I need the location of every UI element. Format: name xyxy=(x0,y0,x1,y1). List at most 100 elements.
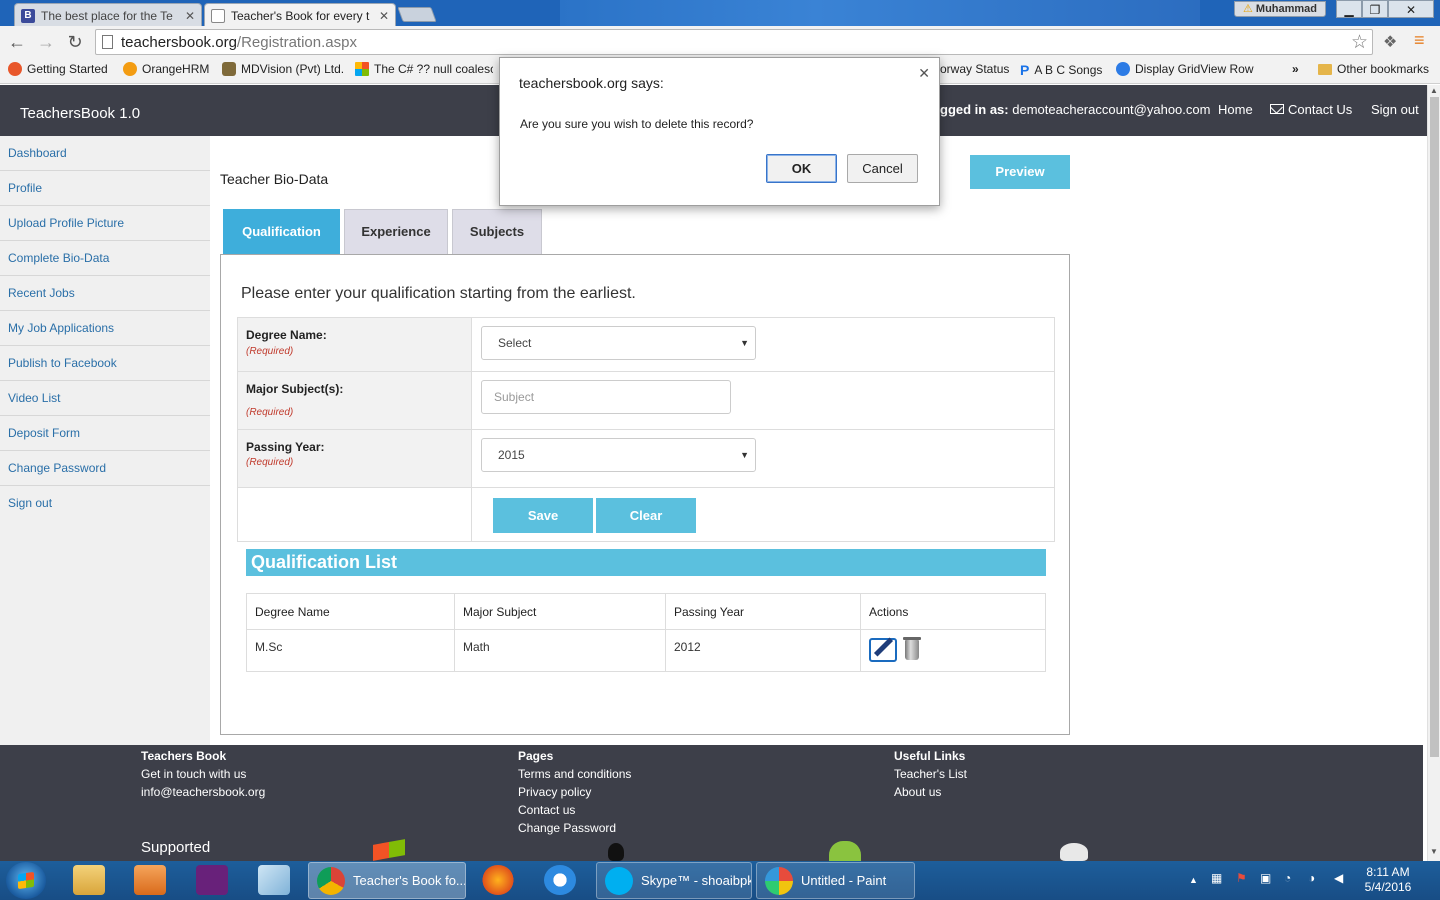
sidebar-item-publish-to-facebook[interactable]: Publish to Facebook xyxy=(0,346,210,381)
start-button[interactable] xyxy=(6,862,46,899)
sidebar-item-profile[interactable]: Profile xyxy=(0,171,210,206)
bookmark-item[interactable]: Getting Started xyxy=(8,62,108,76)
bookmark-star-icon[interactable]: ☆ xyxy=(1351,31,1368,54)
tab-experience[interactable]: Experience xyxy=(344,209,448,255)
major-label: Major Subject(s): xyxy=(246,382,344,396)
minimize-button[interactable]: ▁ xyxy=(1336,0,1362,18)
bookmarks-overflow-button[interactable]: » xyxy=(1292,62,1299,76)
sidebar-item-upload-profile-picture[interactable]: Upload Profile Picture xyxy=(0,206,210,241)
taskbar-chrome[interactable]: Teacher's Book fo... xyxy=(308,862,466,899)
tray-expand-icon[interactable]: ▲ xyxy=(1189,875,1198,885)
close-icon[interactable]: ✕ xyxy=(185,9,195,23)
visual-studio-icon[interactable] xyxy=(196,865,228,895)
bookmark-item[interactable]: PA B C Songs xyxy=(1020,62,1102,78)
tray-app-icon[interactable]: ▦ xyxy=(1211,871,1222,885)
other-bookmarks[interactable]: Other bookmarks xyxy=(1318,62,1429,76)
table-header-row: Degree Name Major Subject Passing Year A… xyxy=(246,593,1046,630)
cell-year: 2012 xyxy=(665,629,861,672)
sidebar-item-my-job-applications[interactable]: My Job Applications xyxy=(0,311,210,346)
qualification-table: Degree Name Major Subject Passing Year A… xyxy=(246,593,1046,672)
profile-badge[interactable]: ⚠ Muhammad xyxy=(1234,1,1326,17)
site-brand[interactable]: TeachersBook 1.0 xyxy=(20,105,140,122)
close-window-button[interactable]: ✕ xyxy=(1388,0,1434,18)
passing-year-select[interactable]: 2015 ▼ xyxy=(481,438,756,472)
sidebar-item-change-password[interactable]: Change Password xyxy=(0,451,210,486)
media-player-icon[interactable] xyxy=(134,865,166,895)
footer-link[interactable]: Change Password xyxy=(518,819,631,837)
close-icon[interactable]: ✕ xyxy=(918,65,930,82)
tab-qualification[interactable]: Qualification xyxy=(223,209,340,255)
tray-device-icon[interactable]: ▣ xyxy=(1260,871,1271,885)
footer-link[interactable]: Teacher's List xyxy=(894,765,967,783)
taskbar-paint[interactable]: Untitled - Paint xyxy=(756,862,915,899)
firefox-icon[interactable] xyxy=(482,865,514,895)
reload-icon[interactable]: ↻ xyxy=(64,32,86,53)
new-tab-button[interactable] xyxy=(397,7,437,22)
footer-link[interactable]: Contact us xyxy=(518,801,631,819)
sidebar-item-dashboard[interactable]: Dashboard xyxy=(0,136,210,171)
table-row: M.Sc Math 2012 xyxy=(246,629,1046,672)
internet-explorer-icon[interactable] xyxy=(544,865,576,895)
column-header: Actions xyxy=(860,593,1046,630)
clear-button[interactable]: Clear xyxy=(596,498,696,533)
blogger-icon: B xyxy=(21,8,35,23)
window-background xyxy=(560,0,1200,26)
sidebar-item-sign-out[interactable]: Sign out xyxy=(0,486,210,521)
app-icon[interactable] xyxy=(258,865,290,895)
scroll-up-icon[interactable]: ▲ xyxy=(1430,86,1438,95)
bookmark-item[interactable]: OrangeHRM xyxy=(123,62,209,76)
browser-tab-inactive[interactable]: B The best place for the Te ✕ xyxy=(14,3,202,27)
nav-sign-out[interactable]: Sign out xyxy=(1371,102,1419,117)
column-header: Passing Year xyxy=(665,593,861,630)
ok-button[interactable]: OK xyxy=(766,154,837,183)
footer-email-link[interactable]: info@teachersbook.org xyxy=(141,783,265,801)
dropbox-icon[interactable]: ❖ xyxy=(1383,32,1397,52)
save-button[interactable]: Save xyxy=(493,498,593,533)
nav-contact-us[interactable]: Contact Us xyxy=(1270,102,1352,117)
sidebar-item-complete-bio-data[interactable]: Complete Bio-Data xyxy=(0,241,210,276)
tray-power-icon[interactable]: ◑ xyxy=(1308,871,1315,885)
preview-button[interactable]: Preview xyxy=(970,155,1070,189)
tray-flag-icon[interactable]: ⚑ xyxy=(1236,871,1247,885)
folder-icon xyxy=(1318,63,1332,75)
cancel-button[interactable]: Cancel xyxy=(847,154,918,183)
browser-tab-active[interactable]: Teacher's Book for every t ✕ xyxy=(204,3,396,27)
file-explorer-icon[interactable] xyxy=(73,865,105,895)
bookmark-item[interactable]: Display GridView Row xyxy=(1116,62,1254,76)
major-subject-input[interactable]: Subject xyxy=(481,380,731,414)
chevron-down-icon: ▼ xyxy=(740,450,749,460)
bookmark-item[interactable]: The C# ?? null coalesc xyxy=(355,62,493,76)
tray-network-icon[interactable]: ◔ xyxy=(1284,871,1291,885)
taskbar-skype[interactable]: Skype™ - shoaibpk xyxy=(596,862,752,899)
edit-icon[interactable] xyxy=(869,638,897,662)
maximize-button[interactable]: ❐ xyxy=(1362,0,1388,18)
sidebar-item-deposit-form[interactable]: Deposit Form xyxy=(0,416,210,451)
degree-select[interactable]: Select ▼ xyxy=(481,326,756,360)
close-icon[interactable]: ✕ xyxy=(379,9,389,23)
sidebar: Dashboard Profile Upload Profile Picture… xyxy=(0,136,210,745)
form-row-major: Major Subject(s): (Required) Subject xyxy=(238,372,1054,430)
scroll-down-icon[interactable]: ▼ xyxy=(1430,847,1438,856)
forward-icon[interactable]: → xyxy=(35,32,57,53)
nav-home[interactable]: Home xyxy=(1218,102,1253,117)
back-icon[interactable]: ← xyxy=(6,32,28,53)
tab-subjects[interactable]: Subjects xyxy=(452,209,542,255)
sidebar-item-recent-jobs[interactable]: Recent Jobs xyxy=(0,276,210,311)
footer-link[interactable]: About us xyxy=(894,783,967,801)
footer-link[interactable]: Privacy policy xyxy=(518,783,631,801)
android-logo-icon xyxy=(829,841,861,861)
bookmark-item[interactable]: orway Status xyxy=(940,62,1009,76)
trash-icon[interactable] xyxy=(903,637,921,660)
system-clock[interactable]: 8:11 AM 5/4/2016 xyxy=(1360,865,1416,895)
menu-icon[interactable]: ≡ xyxy=(1414,30,1425,51)
footer-link[interactable]: Terms and conditions xyxy=(518,765,631,783)
page-icon xyxy=(102,35,113,49)
bookmark-item[interactable]: MDVision (Pvt) Ltd. xyxy=(222,62,344,76)
degree-label: Degree Name: xyxy=(246,328,327,342)
volume-icon[interactable]: ◀ xyxy=(1334,871,1343,885)
page-scrollbar[interactable]: ▲ ▼ xyxy=(1427,85,1440,861)
sidebar-item-video-list[interactable]: Video List xyxy=(0,381,210,416)
scrollbar-thumb[interactable] xyxy=(1430,97,1439,757)
address-bar[interactable]: teachersbook.org/Registration.aspx ☆ xyxy=(95,29,1373,55)
cell-actions xyxy=(860,629,1046,672)
